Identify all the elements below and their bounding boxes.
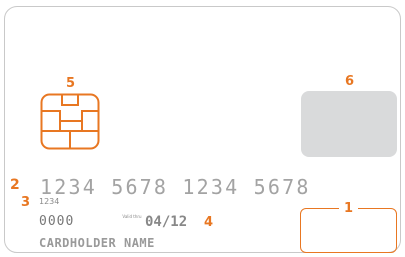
card-number-short: 1234 bbox=[39, 197, 60, 206]
hologram-area bbox=[301, 91, 397, 157]
expiry-date: 04/12 bbox=[145, 214, 188, 230]
callout-1: 1 bbox=[339, 202, 359, 215]
card-number: 1234 5678 1234 5678 bbox=[40, 175, 311, 199]
callout-3: 3 bbox=[21, 195, 31, 210]
card-code: 0000 bbox=[39, 214, 75, 229]
callout-6: 6 bbox=[345, 74, 355, 89]
callout-5: 5 bbox=[66, 76, 76, 91]
cardholder-name: CARDHOLDER NAME bbox=[39, 236, 155, 250]
chip-icon bbox=[40, 93, 100, 150]
valid-thru-label: Valid thru bbox=[122, 214, 142, 219]
callout-2: 2 bbox=[10, 177, 20, 193]
callout-4: 4 bbox=[204, 215, 214, 230]
